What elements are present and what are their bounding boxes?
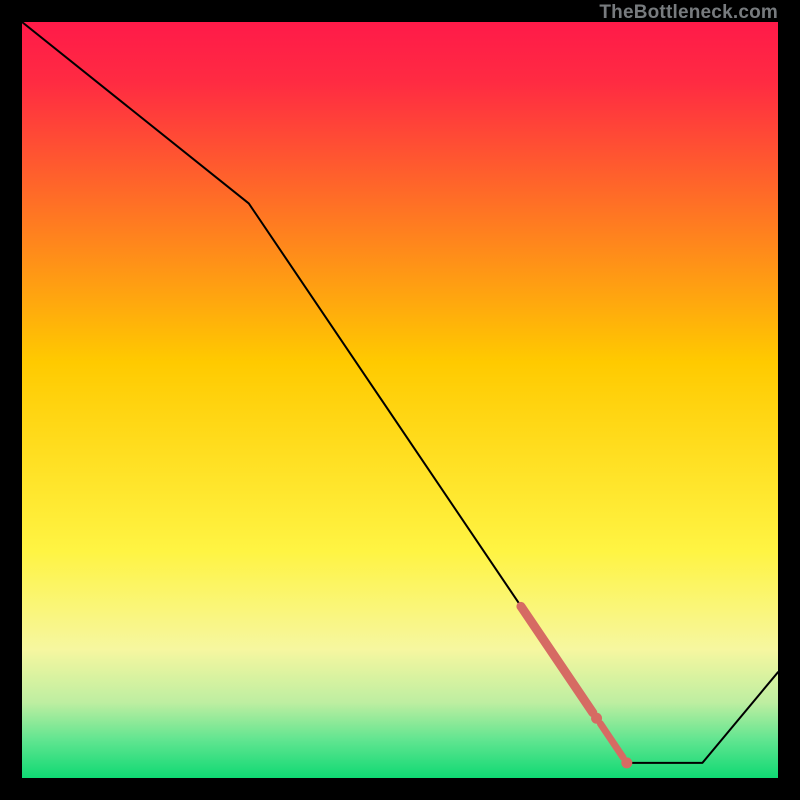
series-bottleneck-curve — [22, 22, 778, 763]
series-highlight-segment-mid — [600, 724, 623, 758]
data-point — [621, 757, 632, 768]
plot-area — [20, 20, 780, 780]
chart-frame: TheBottleneck.com — [0, 0, 800, 800]
data-point — [591, 713, 602, 724]
series-highlight-segment-thick — [521, 606, 593, 712]
chart-svg — [22, 22, 778, 778]
